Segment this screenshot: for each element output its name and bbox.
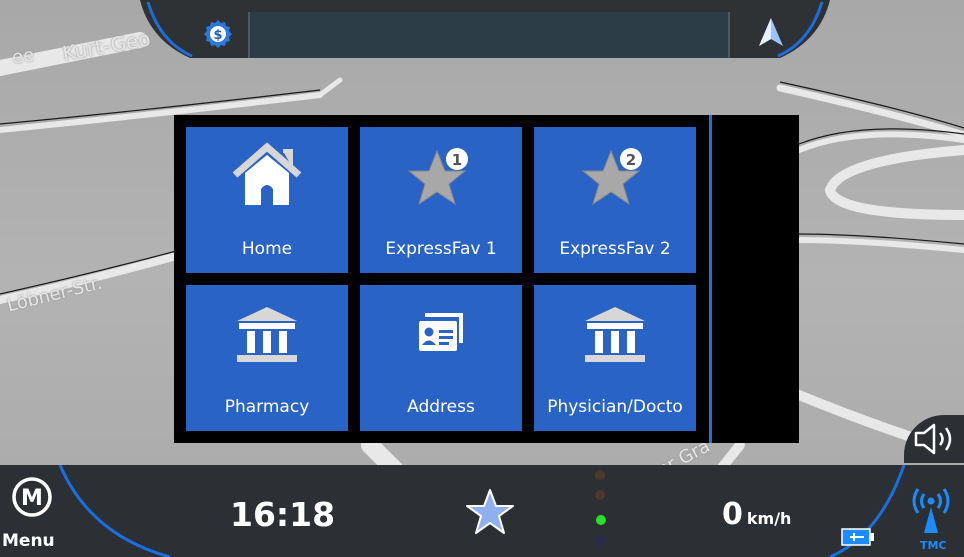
- tile-label: Home: [241, 239, 293, 259]
- navigation-arrow-icon: [759, 18, 783, 46]
- menu-icon: M: [12, 477, 52, 517]
- scroll-indicator: [709, 115, 712, 443]
- clock: 16:18: [230, 495, 336, 534]
- tile-physician[interactable]: Physician/Docto: [534, 285, 696, 431]
- volume-button[interactable]: [904, 415, 964, 463]
- building-icon: [534, 299, 696, 369]
- star-1-icon: 1: [360, 141, 522, 211]
- building-icon: [186, 299, 348, 369]
- speed-value: 0: [722, 497, 743, 532]
- favorites-panel: Home 1 ExpressFav 1 2 ExpressFav 2 Pharm…: [174, 115, 799, 443]
- speaker-icon: [914, 423, 952, 455]
- svg-text:$: $: [213, 28, 222, 43]
- svg-text:1: 1: [452, 151, 462, 169]
- tile-pharmacy[interactable]: Pharmacy: [186, 285, 348, 431]
- home-icon: [186, 141, 348, 211]
- star-2-icon: 2: [534, 141, 696, 211]
- tmc-antenna-icon: [912, 488, 950, 533]
- tile-label: Address: [407, 397, 475, 417]
- tile-label: ExpressFav 1: [385, 239, 497, 259]
- gps-status-dot: [596, 515, 606, 525]
- search-input[interactable]: [250, 12, 728, 58]
- contact-card-icon: [360, 299, 522, 369]
- tile-label: Pharmacy: [224, 397, 310, 417]
- bottom-bar: M Menu 16:18 0 km/h TMC: [0, 465, 964, 557]
- menu-glyph: M: [21, 486, 43, 511]
- street-label: ee: [10, 44, 36, 69]
- tile-label: Physician/Docto: [547, 397, 683, 417]
- settings-gear-icon: $: [204, 20, 232, 48]
- battery-icon: [840, 527, 876, 547]
- svg-text:2: 2: [626, 151, 636, 169]
- compass-button[interactable]: [752, 14, 790, 50]
- tile-address[interactable]: Address: [360, 285, 522, 431]
- speed-display: 0 km/h: [722, 497, 791, 532]
- tile-home[interactable]: Home: [186, 127, 348, 273]
- tile-expressfav-1[interactable]: 1 ExpressFav 1: [360, 127, 522, 273]
- tile-label: ExpressFav 2: [559, 239, 671, 259]
- top-bar: $: [140, 0, 830, 58]
- star-icon: [466, 489, 514, 534]
- search-field[interactable]: [248, 12, 730, 58]
- favorites-button[interactable]: [464, 487, 516, 537]
- tile-expressfav-2[interactable]: 2 ExpressFav 2: [534, 127, 696, 273]
- settings-button[interactable]: $: [202, 18, 234, 50]
- tmc-label: TMC: [920, 539, 947, 552]
- speed-unit: km/h: [746, 509, 792, 528]
- menu-label: Menu: [2, 531, 55, 551]
